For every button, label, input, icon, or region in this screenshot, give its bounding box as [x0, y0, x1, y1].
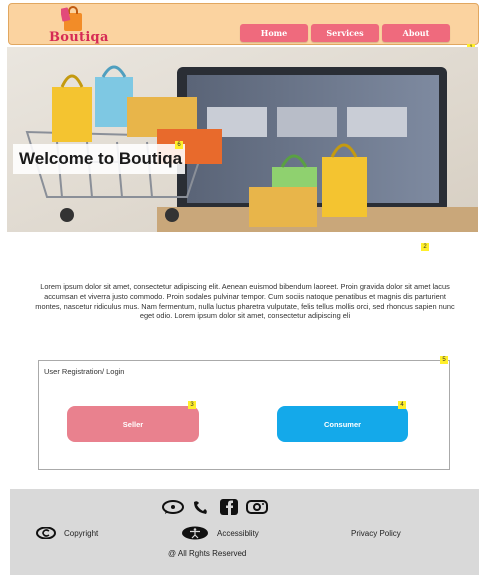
seller-button[interactable]: Seller: [67, 406, 199, 442]
accessibility-icon: [182, 526, 208, 540]
hero-banner: Welcome to Boutiqa: [7, 47, 478, 232]
site-footer: Copyright Accessiblity Privacy Policy @ …: [10, 489, 479, 575]
consumer-button[interactable]: Consumer: [277, 406, 408, 442]
shopping-bag-icon: [61, 6, 82, 31]
hero-title: Welcome to Boutiqa: [13, 144, 185, 174]
phone-icon[interactable]: [192, 500, 212, 514]
rights-text: @ All Rghts Reserved: [168, 549, 247, 558]
privacy-policy-link[interactable]: Privacy Policy: [351, 529, 401, 538]
annotation-marker-6: 6: [175, 141, 183, 149]
site-header: Boutiqa Home Services About: [8, 3, 479, 45]
copyright-label: Copyright: [64, 529, 99, 538]
registration-panel: User Registration/ Login Seller Consumer: [38, 360, 450, 470]
copyright-icon: [36, 527, 56, 539]
accessibility-link[interactable]: Accessiblity: [217, 529, 259, 538]
hero-image: [7, 47, 478, 232]
instagram-icon[interactable]: [246, 500, 268, 514]
nav-about-button[interactable]: About: [382, 24, 450, 42]
intro-paragraph: Lorem ipsum dolor sit amet, consectetur …: [35, 282, 455, 321]
annotation-marker-2: 2: [421, 243, 429, 251]
social-links: [162, 499, 268, 515]
nav-services-button[interactable]: Services: [311, 24, 379, 42]
facebook-icon[interactable]: [220, 499, 238, 515]
nav-home-button[interactable]: Home: [240, 24, 308, 42]
annotation-marker-3: 3: [188, 401, 196, 409]
annotation-marker-5: 5: [440, 356, 448, 364]
brand-name: Boutiqa: [49, 30, 109, 45]
registration-title: User Registration/ Login: [44, 367, 125, 376]
whatsapp-icon[interactable]: [162, 500, 184, 514]
annotation-marker-4: 4: [398, 401, 406, 409]
brand-logo[interactable]: Boutiqa: [43, 6, 121, 46]
